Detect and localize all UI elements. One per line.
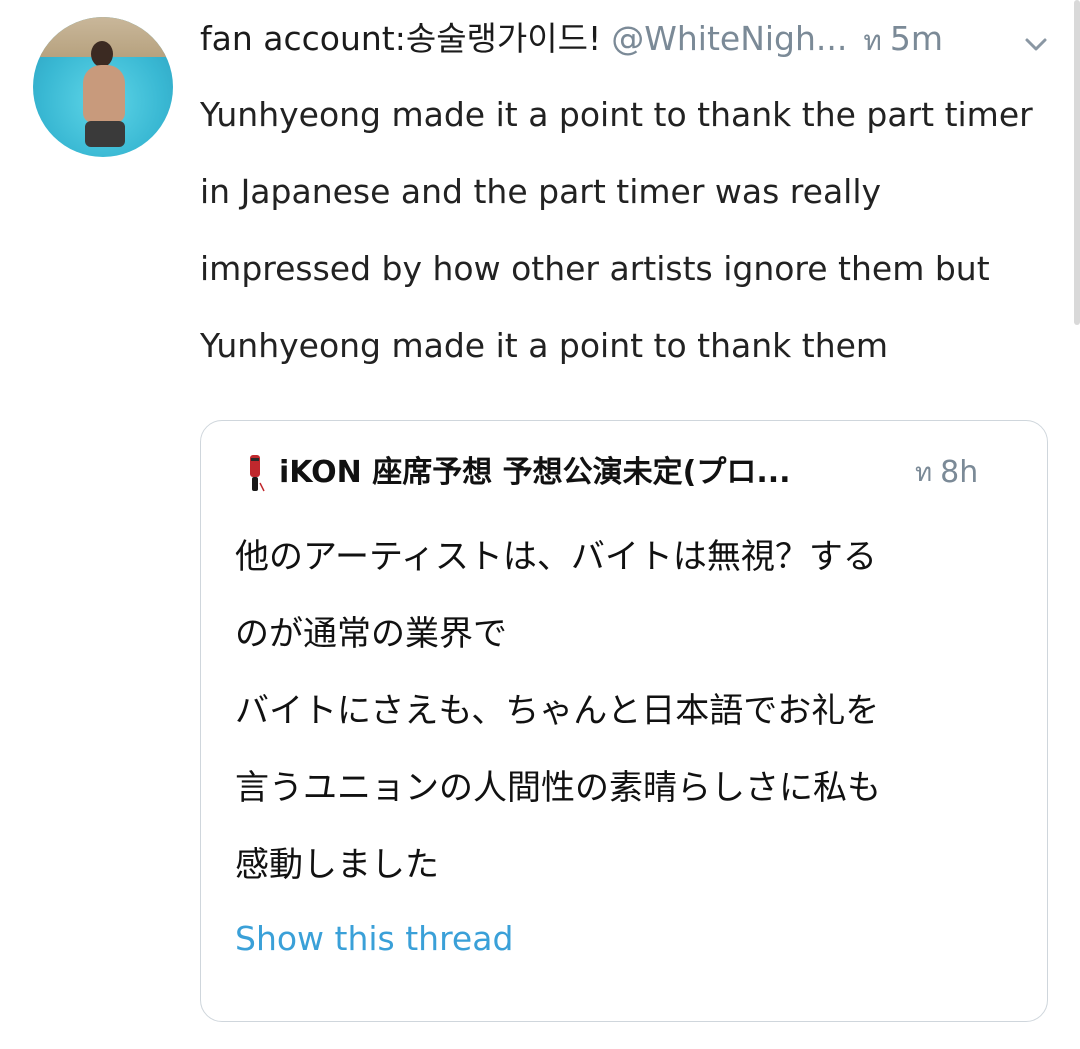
separator-dot: ท — [915, 457, 933, 488]
quoted-tweet-text: 他のアーティストは、バイトは無視？する のが通常の業界で バイトにさえも、ちゃん… — [235, 519, 1025, 904]
scrollbar[interactable] — [1074, 0, 1080, 325]
chevron-down-icon[interactable] — [1021, 30, 1051, 60]
quoted-text-line: 感動しました — [235, 845, 439, 885]
avatar[interactable] — [33, 17, 173, 157]
quoted-tweet-header: iKON 座席予想 予想公演未定(プロ... ท 8h — [245, 445, 1025, 499]
quoted-timestamp[interactable]: 8h — [940, 455, 978, 490]
display-name[interactable]: fan account:송술랭가이드! — [200, 19, 601, 58]
quoted-text-line: のが通常の業界で — [235, 614, 507, 654]
lightstick-icon — [245, 451, 265, 495]
show-thread-link[interactable]: Show this thread — [235, 909, 513, 969]
separator-dot: ท — [863, 24, 882, 57]
tweet[interactable]: fan account:송술랭가이드! @WhiteNigh... ท 5m Yunh… — [0, 0, 1080, 1049]
tweet-header: fan account:송술랭가이드! @WhiteNigh... ท 5m — [200, 14, 1000, 64]
quoted-tweet[interactable]: iKON 座席予想 予想公演未定(プロ... ท 8h 他のアーティストは、バイトは… — [200, 420, 1048, 1022]
user-handle[interactable]: @WhiteNigh... — [611, 19, 847, 58]
quoted-text-line: 言うユニョンの人間性の素晴らしさに私も — [235, 768, 881, 808]
timestamp[interactable]: 5m — [890, 19, 943, 58]
quoted-display-name[interactable]: iKON 座席予想 予想公演未定(プロ... — [279, 446, 901, 500]
tweet-text: Yunhyeong made it a point to thank the p… — [200, 95, 1033, 365]
quoted-text-line: バイトにさえも、ちゃんと日本語でお礼を — [235, 691, 880, 731]
quoted-text-line: 他のアーティストは、バイトは無視？する — [235, 537, 877, 577]
